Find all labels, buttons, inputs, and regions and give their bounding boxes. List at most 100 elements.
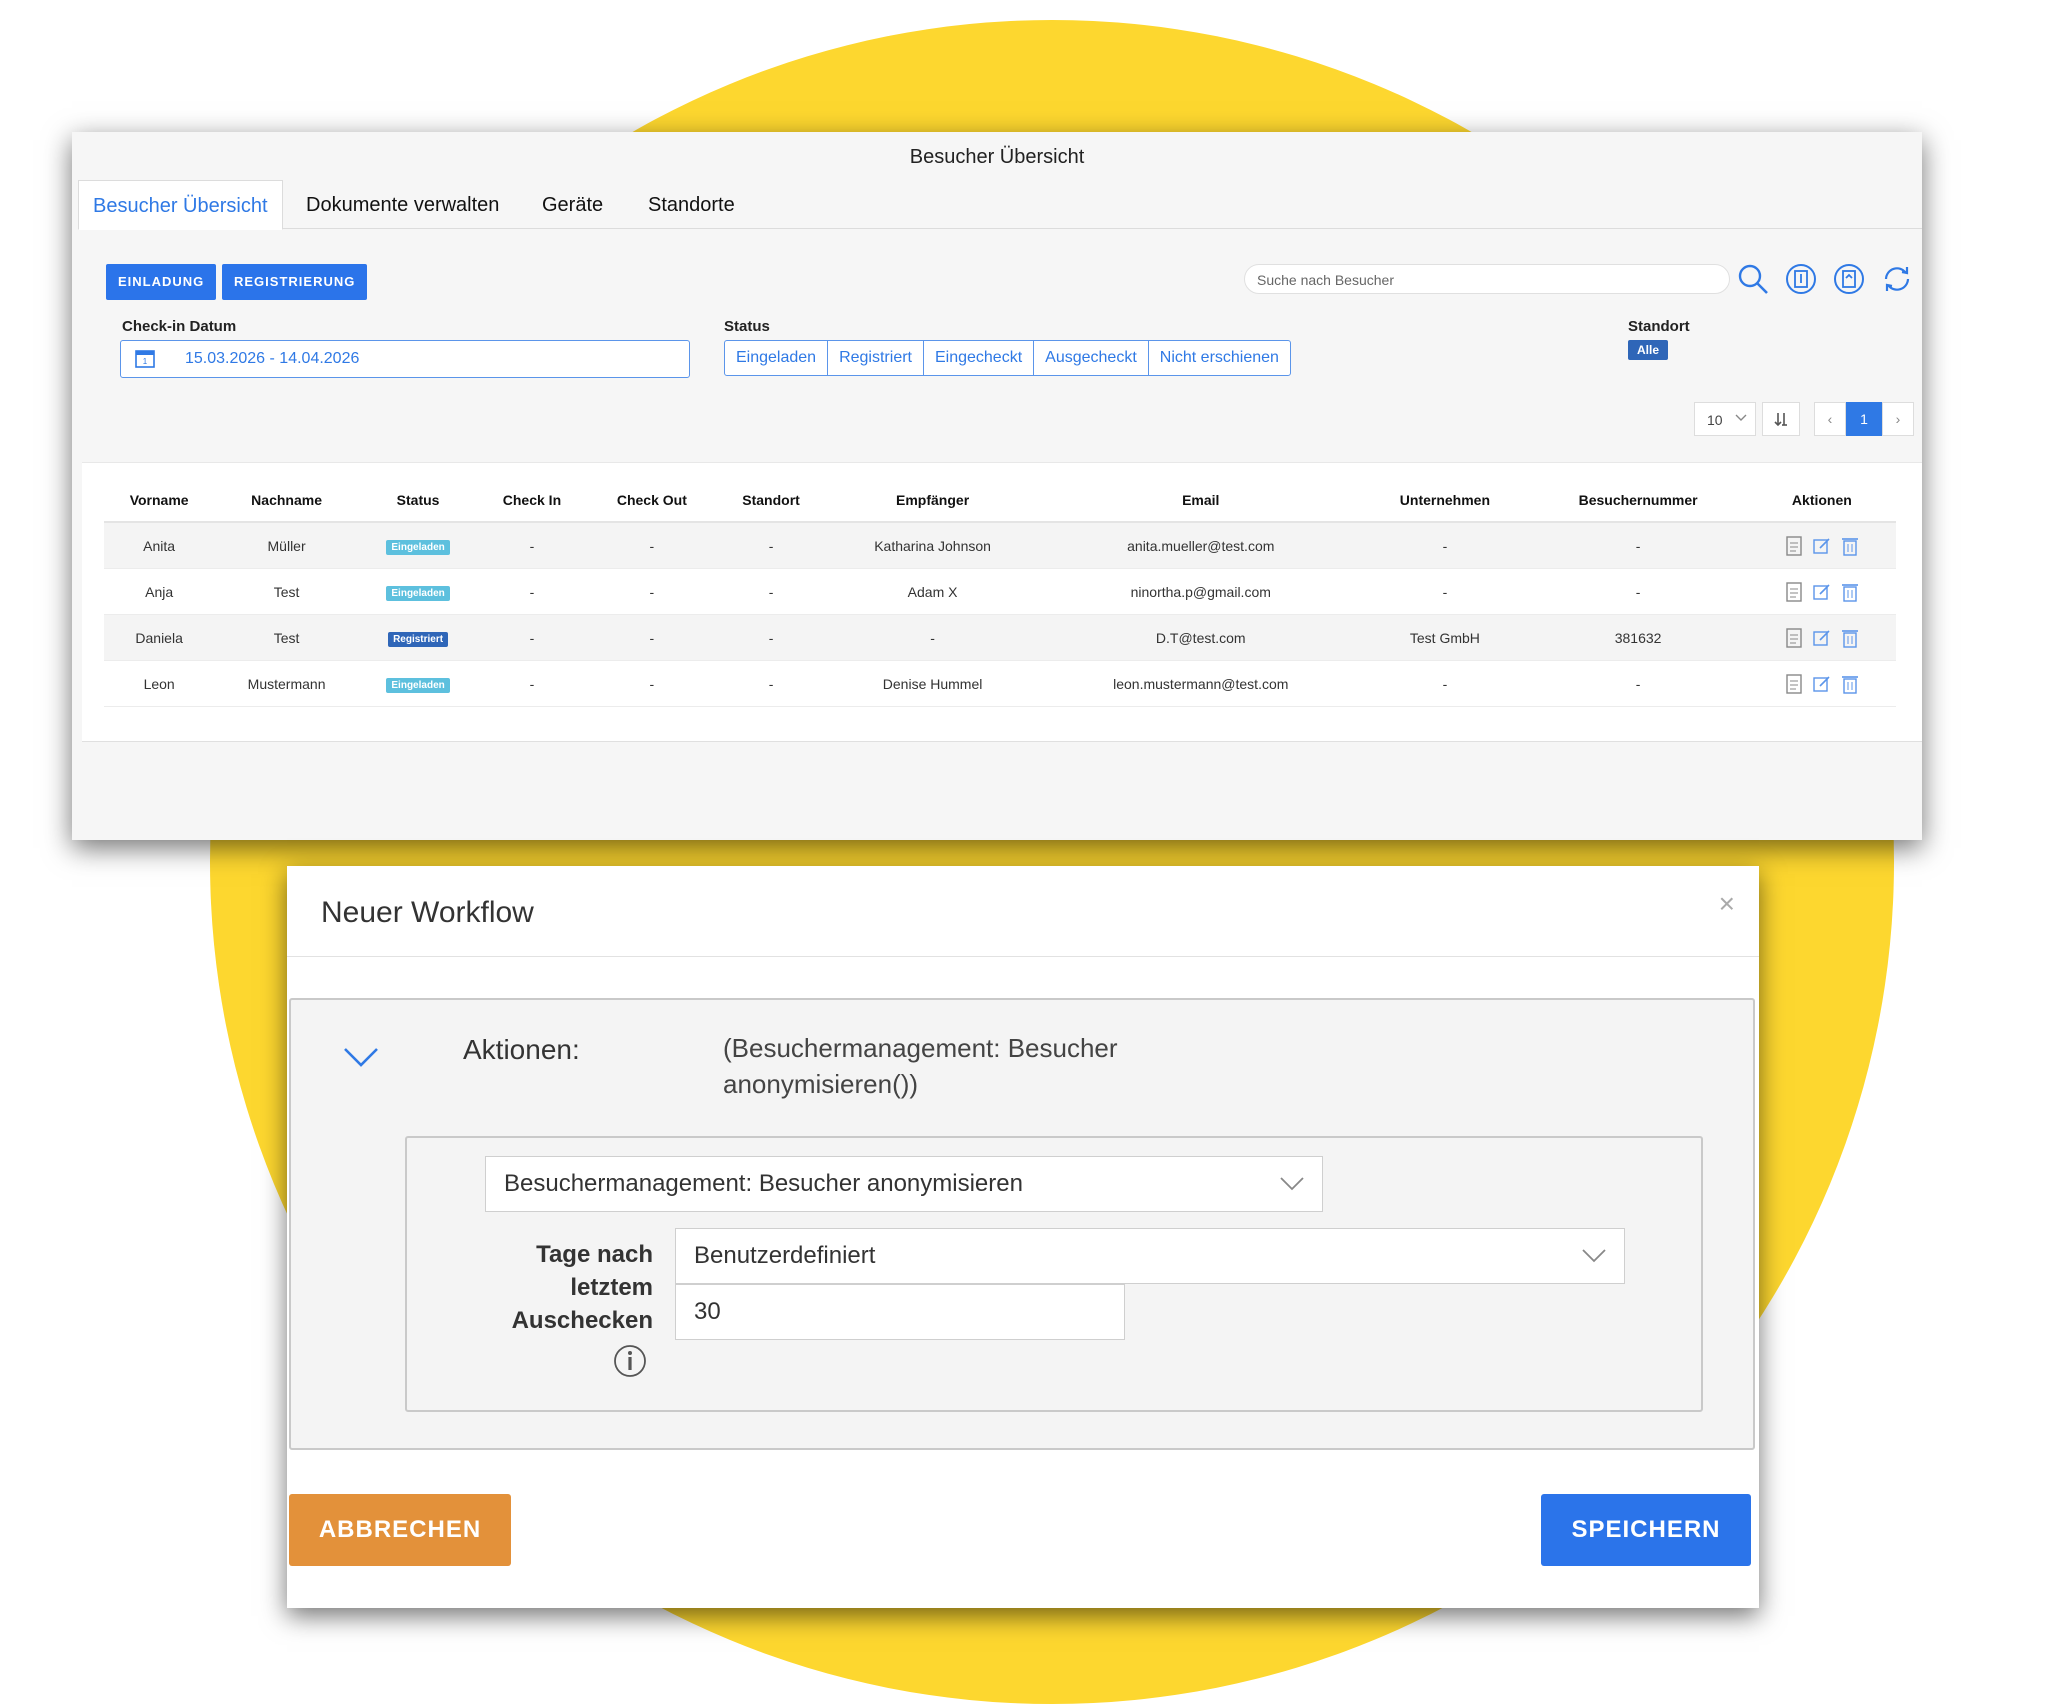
edit-icon[interactable]: [1813, 628, 1831, 648]
cell-empfaenger: Adam X: [825, 568, 1041, 615]
status-filter-eingeladen[interactable]: Eingeladen: [725, 341, 829, 375]
new-workflow-dialog: Neuer Workflow × Aktionen: (Besuchermana…: [287, 866, 1759, 1608]
standort-alle-badge[interactable]: Alle: [1628, 340, 1669, 360]
cell-empfaenger: -: [825, 614, 1041, 661]
status-badge: Eingeladen: [386, 539, 450, 555]
table-header-row: Vorname Nachname Status Check In Check O…: [104, 479, 1896, 523]
trash-icon[interactable]: [1841, 628, 1859, 648]
col-check-in[interactable]: Check In: [477, 479, 587, 523]
cell-aktionen: [1747, 522, 1896, 569]
document-icon[interactable]: [1785, 627, 1803, 648]
cell-nachname: Test: [214, 614, 359, 661]
search-icon[interactable]: [1736, 262, 1770, 296]
document-icon[interactable]: [1785, 581, 1803, 602]
pager-prev-button[interactable]: ‹: [1814, 402, 1846, 436]
refresh-icon[interactable]: [1880, 262, 1914, 296]
registrierung-button[interactable]: REGISTRIERUNG: [222, 264, 368, 300]
table-row[interactable]: Anita Müller Eingeladen - - - Katharina …: [104, 522, 1896, 569]
tage-mode-select[interactable]: Benutzerdefiniert: [675, 1228, 1625, 1284]
cell-unternehmen: -: [1361, 660, 1529, 707]
col-vorname[interactable]: Vorname: [104, 479, 215, 523]
cancel-button[interactable]: ABBRECHEN: [289, 1494, 511, 1566]
page-size-select[interactable]: 10: [1694, 402, 1756, 436]
visitor-table-area: Vorname Nachname Status Check In Check O…: [82, 462, 1922, 742]
status-badge: Registriert: [388, 631, 449, 647]
chevron-down-icon[interactable]: [343, 1046, 379, 1068]
cell-vorname: Leon: [104, 660, 215, 707]
col-standort[interactable]: Standort: [717, 479, 825, 523]
status-filter-group: Eingeladen Registriert Eingecheckt Ausge…: [724, 340, 1291, 376]
col-email[interactable]: Email: [1040, 479, 1362, 523]
col-nachname[interactable]: Nachname: [214, 479, 359, 523]
standort-label: Standort: [1628, 318, 1690, 335]
status-filter-ausgecheckt[interactable]: Ausgecheckt: [1034, 341, 1149, 375]
info-icon[interactable]: [613, 1344, 647, 1378]
col-status[interactable]: Status: [358, 479, 478, 523]
cell-nachname: Mustermann: [214, 660, 359, 707]
table-row[interactable]: Anja Test Eingeladen - - - Adam X ninort…: [104, 568, 1896, 615]
einladung-button[interactable]: EINLADUNG: [106, 264, 217, 300]
trash-icon[interactable]: [1841, 674, 1859, 694]
cell-status: Eingeladen: [358, 660, 478, 707]
cell-besuchernummer: 381632: [1528, 614, 1748, 661]
cell-unternehmen: -: [1361, 522, 1529, 569]
cell-check-in: -: [477, 522, 587, 569]
cell-nachname: Müller: [214, 522, 359, 569]
cell-aktionen: [1747, 568, 1896, 615]
trash-icon[interactable]: [1841, 536, 1859, 556]
table-row[interactable]: Daniela Test Registriert - - - - D.T@tes…: [104, 614, 1896, 661]
chevron-down-icon: [1280, 1177, 1304, 1191]
tab-dokumente-verwalten[interactable]: Dokumente verwalten: [292, 180, 513, 228]
trash-icon[interactable]: [1841, 582, 1859, 602]
edit-icon[interactable]: [1813, 674, 1831, 694]
document-upload-icon[interactable]: [1832, 262, 1866, 296]
cell-check-in: -: [477, 614, 587, 661]
cell-standort: -: [717, 522, 825, 569]
col-check-out[interactable]: Check Out: [586, 479, 718, 523]
svg-text:1: 1: [143, 357, 148, 366]
tab-besucher-uebersicht[interactable]: Besucher Übersicht: [78, 180, 283, 230]
cell-standort: -: [717, 568, 825, 615]
tab-geraete[interactable]: Geräte: [528, 180, 617, 228]
col-besuchernummer[interactable]: Besuchernummer: [1528, 479, 1748, 523]
document-icon[interactable]: [1785, 535, 1803, 556]
cell-empfaenger: Denise Hummel: [825, 660, 1041, 707]
pager-next-button[interactable]: ›: [1882, 402, 1914, 436]
visitor-table: Vorname Nachname Status Check In Check O…: [104, 479, 1896, 707]
cell-email: D.T@test.com: [1040, 614, 1362, 661]
status-filter-registriert[interactable]: Registriert: [828, 341, 924, 375]
edit-icon[interactable]: [1813, 536, 1831, 556]
actions-section: Aktionen: (Besuchermanagement: Besucher …: [289, 998, 1755, 1450]
page-size-value: 10: [1707, 412, 1723, 428]
cell-vorname: Daniela: [104, 614, 215, 661]
action-select-value: Besuchermanagement: Besucher anonymisier…: [504, 1170, 1023, 1197]
date-range-value: 15.03.2026 - 14.04.2026: [185, 350, 360, 367]
col-unternehmen[interactable]: Unternehmen: [1361, 479, 1529, 523]
pager-page-1[interactable]: 1: [1846, 402, 1882, 436]
sort-button[interactable]: [1762, 402, 1800, 436]
cell-email: leon.mustermann@test.com: [1040, 660, 1362, 707]
document-icon[interactable]: [1785, 673, 1803, 694]
save-button[interactable]: SPEICHERN: [1541, 1494, 1751, 1566]
tab-standorte[interactable]: Standorte: [634, 180, 749, 228]
cell-unternehmen: Test GmbH: [1361, 614, 1529, 661]
close-icon[interactable]: ×: [1719, 888, 1735, 920]
cell-check-out: -: [586, 568, 718, 615]
cell-check-in: -: [477, 660, 587, 707]
cell-aktionen: [1747, 660, 1896, 707]
cell-email: ninortha.p@gmail.com: [1040, 568, 1362, 615]
tage-input[interactable]: 30: [675, 1284, 1125, 1340]
action-select[interactable]: Besuchermanagement: Besucher anonymisier…: [485, 1156, 1323, 1212]
status-badge: Eingeladen: [386, 677, 450, 693]
chevron-down-icon: [1735, 414, 1747, 421]
status-filter-eingecheckt[interactable]: Eingecheckt: [924, 341, 1035, 375]
cell-unternehmen: -: [1361, 568, 1529, 615]
status-filter-nicht-erschienen[interactable]: Nicht erschienen: [1149, 341, 1290, 375]
search-input[interactable]: Suche nach Besucher: [1244, 264, 1730, 294]
col-empfaenger[interactable]: Empfänger: [825, 479, 1041, 523]
table-row[interactable]: Leon Mustermann Eingeladen - - - Denise …: [104, 660, 1896, 707]
edit-icon[interactable]: [1813, 582, 1831, 602]
cell-nachname: Test: [214, 568, 359, 615]
date-range-picker[interactable]: 1 15.03.2026 - 14.04.2026: [120, 340, 690, 378]
document-download-icon[interactable]: [1784, 262, 1818, 296]
